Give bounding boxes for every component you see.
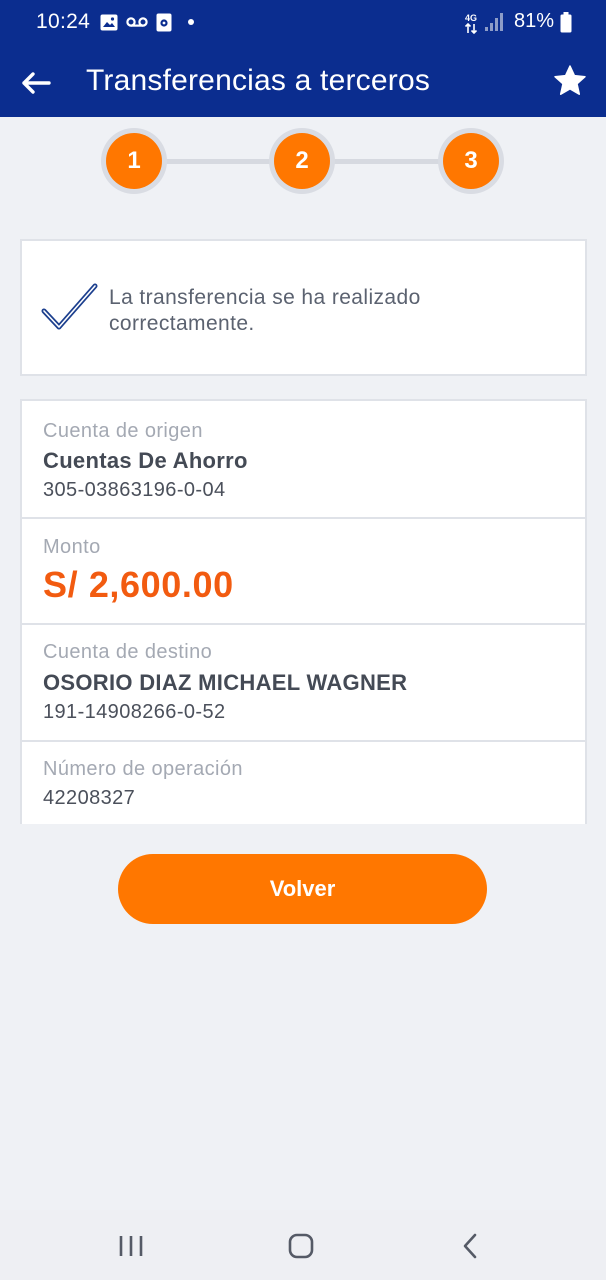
status-time: 10:24 (36, 10, 91, 33)
notification-dot (188, 19, 194, 25)
operation-number-value: 42208327 (43, 787, 136, 809)
recent-apps-icon (119, 1236, 143, 1256)
step-connector (334, 159, 440, 164)
destination-account-name: OSORIO DIAZ MICHAEL WAGNER (43, 670, 408, 695)
network-label: 4G (465, 13, 477, 23)
data-arrows-icon: 4G (464, 13, 478, 34)
status-bar: 10:24 4G 81% (0, 0, 606, 48)
signal-icon (485, 13, 503, 31)
origin-account-row: Cuenta de origen Cuentas De Ahorro 305-0… (22, 401, 585, 519)
home-button[interactable] (281, 1230, 321, 1262)
transfer-details: Cuenta de origen Cuentas De Ahorro 305-0… (20, 399, 587, 824)
step-3: 3 (438, 128, 504, 194)
battery-icon (560, 12, 572, 33)
back-button[interactable] (18, 65, 54, 101)
star-icon (554, 65, 586, 95)
destination-account-label: Cuenta de destino (43, 641, 213, 663)
amount-label: Monto (43, 536, 101, 558)
favorite-button[interactable] (552, 63, 588, 99)
destination-account-row: Cuenta de destino OSORIO DIAZ MICHAEL WA… (22, 625, 585, 742)
step-2: 2 (269, 128, 335, 194)
recent-apps-button[interactable] (111, 1230, 151, 1262)
origin-account-number: 305-03863196-0-04 (43, 479, 226, 501)
checkmark-icon (41, 283, 98, 330)
back-icon (463, 1233, 477, 1259)
system-back-button[interactable] (451, 1230, 491, 1262)
origin-account-label: Cuenta de origen (43, 420, 203, 442)
progress-stepper: 1 2 3 (0, 117, 606, 217)
amount-row: Monto S/ 2,600.00 (22, 519, 585, 625)
back-to-start-button[interactable]: Volver (118, 854, 487, 924)
image-icon (100, 14, 118, 31)
voicemail-icon (126, 17, 148, 27)
amount-value: S/ 2,600.00 (43, 564, 234, 605)
home-icon (288, 1233, 314, 1259)
step-connector (166, 159, 272, 164)
media-icon (156, 13, 172, 32)
system-navigation-bar (0, 1210, 606, 1280)
step-number: 2 (274, 133, 330, 189)
success-card: La transferencia se ha realizado correct… (20, 239, 587, 376)
page-title: Transferencias a terceros (86, 64, 431, 97)
operation-number-label: Número de operación (43, 758, 243, 780)
step-number: 1 (106, 133, 162, 189)
battery-percentage: 81% (514, 10, 555, 32)
operation-number-row: Número de operación 42208327 (22, 742, 585, 824)
step-1: 1 (101, 128, 167, 194)
app-bar: Transferencias a terceros (0, 48, 606, 117)
destination-account-number: 191-14908266-0-52 (43, 701, 226, 723)
step-number: 3 (443, 133, 499, 189)
origin-account-type: Cuentas De Ahorro (43, 448, 248, 473)
success-message: La transferencia se ha realizado correct… (109, 286, 421, 335)
arrow-left-icon (22, 72, 51, 94)
